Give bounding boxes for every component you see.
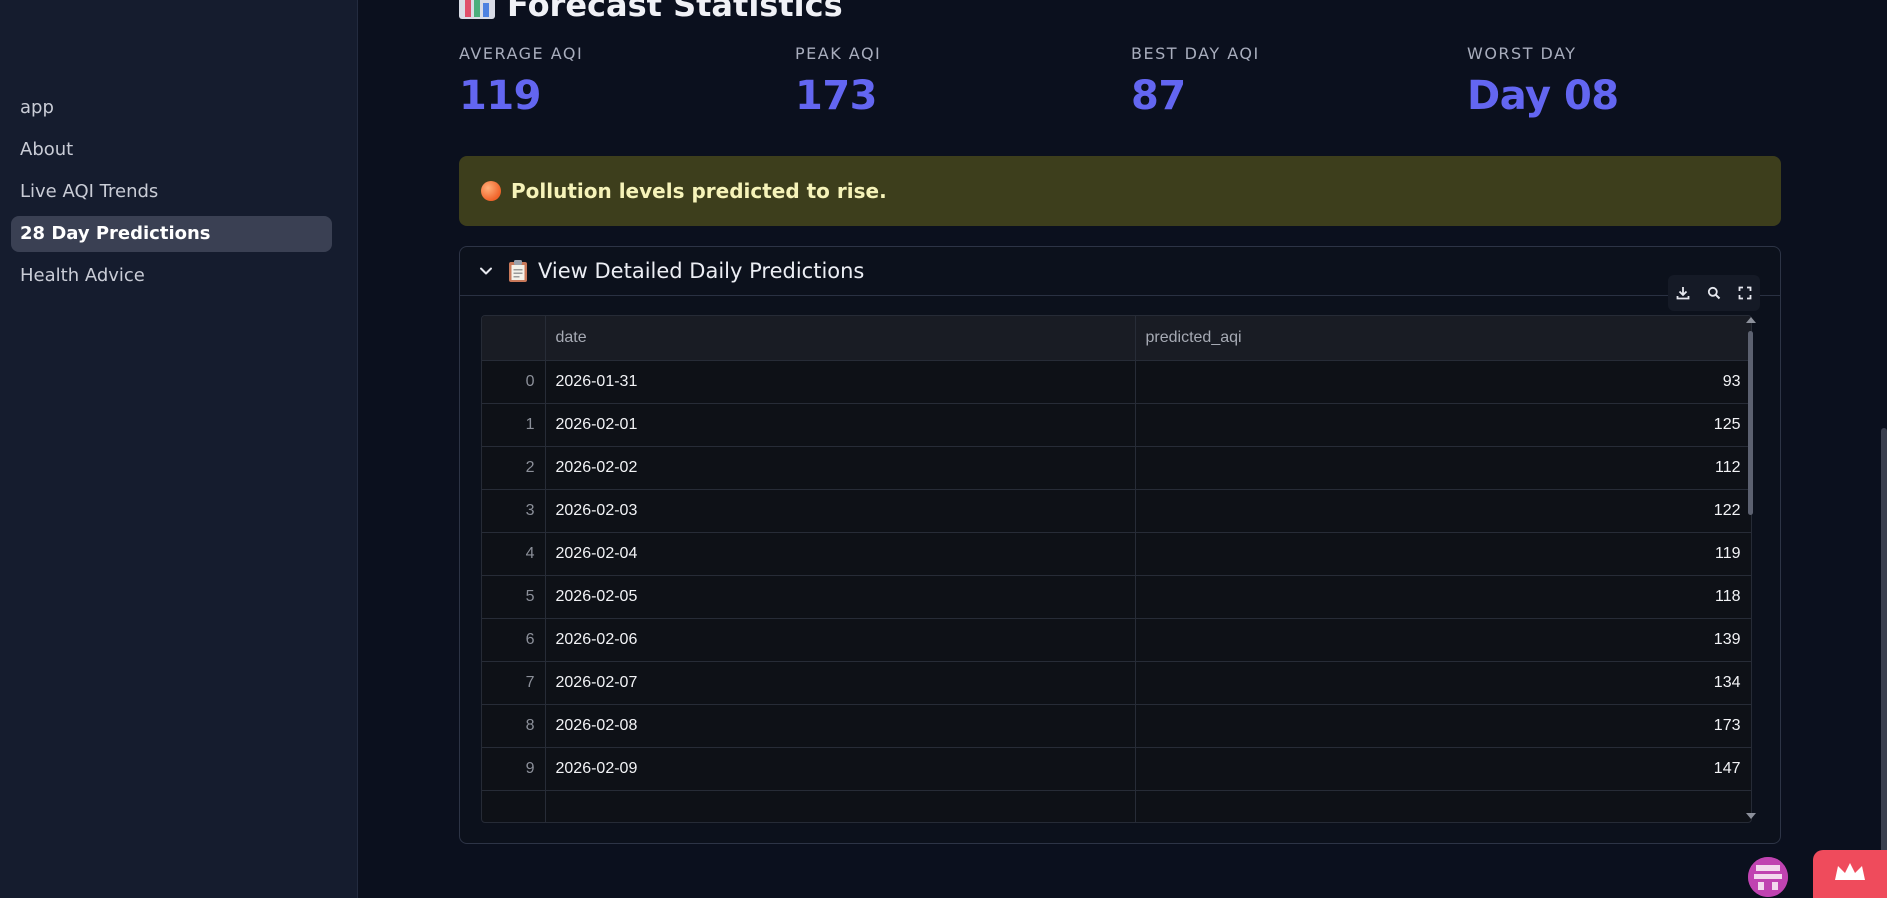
sidebar-nav: app About Live AQI Trends 28 Day Predict… [11, 90, 332, 300]
metric-value: Day 08 [1467, 73, 1619, 119]
bar-chart-icon [459, 0, 495, 27]
cell-date[interactable]: 2026-02-07 [545, 661, 1136, 705]
clipboard-icon [508, 259, 528, 283]
predictions-table[interactable]: date predicted_aqi 0 2026-01-31 93 1 202… [481, 315, 1752, 823]
table-row: 5 2026-02-05 118 [482, 575, 1751, 619]
sidebar-item-live-aqi-trends[interactable]: Live AQI Trends [11, 174, 332, 210]
row-index: 5 [482, 575, 546, 619]
metric-label: AVERAGE AQI [459, 44, 584, 63]
orange-circle-icon [481, 181, 501, 201]
cell-predicted-aqi[interactable]: 173 [1135, 704, 1751, 748]
cell-empty [1135, 790, 1751, 822]
row-index: 1 [482, 403, 546, 447]
metric-value: 173 [795, 73, 878, 119]
table-row-partial [482, 790, 1751, 822]
crown-badge[interactable] [1813, 850, 1887, 898]
cell-date[interactable]: 2026-02-02 [545, 446, 1136, 490]
sidebar-item-28-day-predictions[interactable]: 28 Day Predictions [11, 216, 332, 252]
table-row: 9 2026-02-09 147 [482, 747, 1751, 791]
metric-label: WORST DAY [1467, 44, 1577, 63]
column-header-predicted-aqi[interactable]: predicted_aqi [1135, 316, 1751, 361]
search-icon[interactable] [1703, 282, 1725, 304]
sidebar-item-app[interactable]: app [11, 90, 332, 126]
column-header-index [482, 316, 546, 361]
avatar[interactable] [1748, 857, 1788, 897]
cell-date[interactable]: 2026-02-01 [545, 403, 1136, 447]
cell-date[interactable]: 2026-02-03 [545, 489, 1136, 533]
row-index: 4 [482, 532, 546, 576]
cell-date[interactable]: 2026-02-06 [545, 618, 1136, 662]
table-scrollbar[interactable] [1744, 315, 1758, 821]
row-index-empty [482, 790, 546, 822]
cell-date[interactable]: 2026-01-31 [545, 360, 1136, 404]
cell-predicted-aqi[interactable]: 147 [1135, 747, 1751, 791]
section-title-text: Forecast Statistics [507, 0, 843, 24]
expander-label: View Detailed Daily Predictions [538, 259, 865, 283]
expander-header[interactable]: View Detailed Daily Predictions [460, 247, 1780, 296]
cell-date[interactable]: 2026-02-04 [545, 532, 1136, 576]
table-row: 1 2026-02-01 125 [482, 403, 1751, 447]
alert-text: Pollution levels predicted to rise. [511, 179, 887, 203]
scrollbar-thumb[interactable] [1748, 331, 1753, 515]
cell-predicted-aqi[interactable]: 93 [1135, 360, 1751, 404]
table-row: 7 2026-02-07 134 [482, 661, 1751, 705]
row-index: 9 [482, 747, 546, 791]
cell-predicted-aqi[interactable]: 125 [1135, 403, 1751, 447]
sidebar-item-health-advice[interactable]: Health Advice [11, 258, 332, 294]
table-row: 2 2026-02-02 112 [482, 446, 1751, 490]
metric-value: 87 [1131, 73, 1186, 119]
row-index: 3 [482, 489, 546, 533]
fullscreen-icon[interactable] [1734, 282, 1756, 304]
table-row: 8 2026-02-08 173 [482, 704, 1751, 748]
row-index: 7 [482, 661, 546, 705]
scroll-down-arrow-icon[interactable] [1746, 813, 1756, 819]
row-index: 2 [482, 446, 546, 490]
cell-predicted-aqi[interactable]: 139 [1135, 618, 1751, 662]
column-header-date[interactable]: date [545, 316, 1136, 361]
table-row: 3 2026-02-03 122 [482, 489, 1751, 533]
cell-predicted-aqi[interactable]: 122 [1135, 489, 1751, 533]
cell-date[interactable]: 2026-02-08 [545, 704, 1136, 748]
metric-label: BEST DAY AQI [1131, 44, 1260, 63]
predictions-expander: View Detailed Daily Predictions date pre… [459, 246, 1781, 844]
cell-predicted-aqi[interactable]: 119 [1135, 532, 1751, 576]
cell-empty [545, 790, 1136, 822]
table-row: 6 2026-02-06 139 [482, 618, 1751, 662]
row-index: 6 [482, 618, 546, 662]
download-icon[interactable] [1672, 282, 1694, 304]
metric-peak-aqi: PEAK AQI 173 [795, 44, 1095, 119]
main-content: Forecast Statistics AVERAGE AQI 119 PEAK… [359, 0, 1887, 898]
metric-best-day-aqi: BEST DAY AQI 87 [1131, 44, 1431, 119]
chevron-down-icon[interactable] [478, 263, 494, 279]
crown-icon [1833, 860, 1867, 888]
cell-predicted-aqi[interactable]: 112 [1135, 446, 1751, 490]
cell-predicted-aqi[interactable]: 118 [1135, 575, 1751, 619]
cell-date[interactable]: 2026-02-05 [545, 575, 1136, 619]
sidebar: app About Live AQI Trends 28 Day Predict… [0, 0, 358, 898]
row-index: 0 [482, 360, 546, 404]
scroll-up-arrow-icon[interactable] [1746, 317, 1756, 323]
metric-value: 119 [459, 73, 542, 119]
metric-label: PEAK AQI [795, 44, 882, 63]
table-row: 4 2026-02-04 119 [482, 532, 1751, 576]
dataframe-toolbar [1668, 275, 1760, 311]
cell-date[interactable]: 2026-02-09 [545, 747, 1136, 791]
section-title: Forecast Statistics [459, 0, 843, 27]
pollution-alert: Pollution levels predicted to rise. [459, 156, 1781, 226]
metric-worst-day: WORST DAY Day 08 [1467, 44, 1767, 119]
page-scrollbar[interactable] [1881, 428, 1887, 898]
sidebar-item-about[interactable]: About [11, 132, 332, 168]
metric-average-aqi: AVERAGE AQI 119 [459, 44, 759, 119]
cell-predicted-aqi[interactable]: 134 [1135, 661, 1751, 705]
table-row: 0 2026-01-31 93 [482, 360, 1751, 404]
table-header-row: date predicted_aqi [482, 316, 1751, 361]
row-index: 8 [482, 704, 546, 748]
